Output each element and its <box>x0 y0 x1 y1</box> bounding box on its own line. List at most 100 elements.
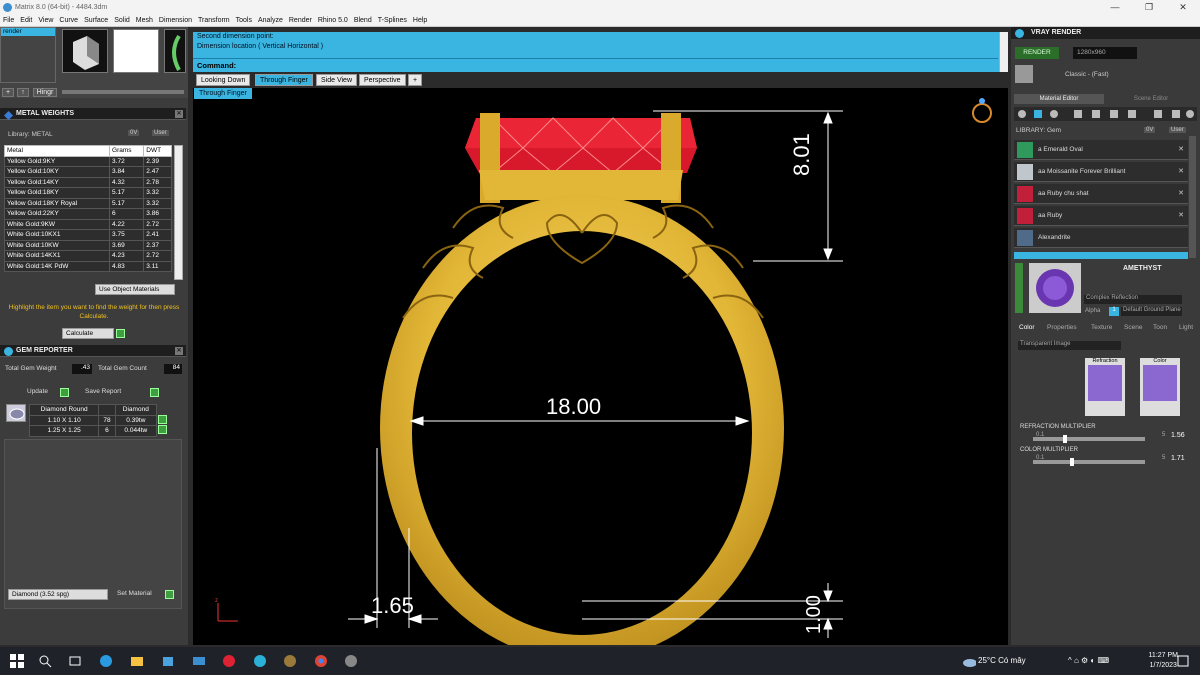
notifications-icon[interactable] <box>1176 654 1190 668</box>
tray-icons[interactable]: ^ ⌂ ⚙ ◐ ⌨ <box>1068 656 1109 665</box>
metal-row[interactable]: Yellow Gold:9KY 3.72 2.39 <box>3 155 172 167</box>
subtab-texture[interactable]: Texture <box>1091 323 1112 333</box>
material-list-item[interactable]: Alexandrite <box>1014 228 1188 248</box>
thumbnail-1[interactable] <box>62 29 108 73</box>
matrix-app-icon[interactable] <box>283 654 297 668</box>
shader-dropdown[interactable]: Complex Reflection <box>1084 295 1182 304</box>
refraction-swatch-box[interactable]: Refraction <box>1085 358 1125 416</box>
metal-row[interactable]: Yellow Gold:14KY 4.32 2.78 <box>3 176 172 188</box>
menu-analyze[interactable]: Analyze <box>258 17 283 24</box>
app-blue-icon[interactable] <box>253 654 267 668</box>
update-go-icon[interactable] <box>60 388 69 397</box>
gem-filter-user[interactable]: User <box>1169 127 1186 133</box>
metal-row[interactable]: Yellow Gold:18KY Royal 5.17 3.32 <box>3 197 172 209</box>
metal-row[interactable]: White Gold:10KW 3.69 2.37 <box>3 239 172 251</box>
thumbnail-2[interactable] <box>113 29 159 73</box>
weather-text[interactable]: 25°C Có mây <box>978 656 1026 665</box>
color-slider[interactable] <box>1033 458 1145 466</box>
calculate-go-icon[interactable] <box>116 329 125 338</box>
minimize-icon[interactable]: — <box>1098 0 1132 14</box>
set-material-go-icon[interactable] <box>165 590 174 599</box>
menu-tools[interactable]: Tools <box>236 17 252 24</box>
menu-tsplines[interactable]: T-Splines <box>378 17 407 24</box>
edge-icon[interactable] <box>99 654 113 668</box>
gem-row[interactable]: 1.25 X 1.25 6 0.044tw <box>28 425 158 437</box>
remove-icon[interactable]: ✕ <box>1178 145 1184 153</box>
save-report-go-icon[interactable] <box>150 388 159 397</box>
subtab-properties[interactable]: Properties <box>1047 323 1077 333</box>
metal-row[interactable]: Yellow Gold:22KY 6 3.86 <box>3 208 172 220</box>
material-list-selected[interactable] <box>1014 252 1188 259</box>
material-list-item[interactable]: aa Ruby chu shat ✕ <box>1014 184 1188 204</box>
use-object-materials-dropdown[interactable]: Use Object Materials <box>95 284 175 295</box>
move-up-button[interactable]: ↑ <box>17 88 29 97</box>
metal-filter-0v[interactable]: 0V <box>128 130 140 136</box>
refraction-value[interactable]: 1.56 <box>1171 432 1185 439</box>
gem-row[interactable]: 1.10 X 1.10 78 0.39tw <box>28 414 158 426</box>
render-preset[interactable]: Classic - (Fast) <box>1065 71 1109 78</box>
transparent-image-dropdown[interactable]: Transparent Image <box>1018 341 1121 350</box>
chrome-icon[interactable] <box>314 654 328 668</box>
thumbnail-3[interactable] <box>164 29 186 73</box>
material-list-item[interactable]: aa Ruby ✕ <box>1014 206 1188 226</box>
material-list-item[interactable]: a Emerald Oval ✕ <box>1014 140 1188 160</box>
metal-filter-user[interactable]: User <box>152 130 169 136</box>
set-material-button[interactable]: Set Material <box>117 590 152 597</box>
tab-looking-down[interactable]: Looking Down <box>196 74 251 86</box>
menu-dimension[interactable]: Dimension <box>159 17 192 24</box>
gem-filter-0v[interactable]: 0V <box>1144 127 1156 133</box>
layer-list[interactable]: render <box>0 27 56 83</box>
tab-side-view[interactable]: Side View <box>316 74 358 86</box>
menu-rhino[interactable]: Rhino 5.0 <box>318 17 348 24</box>
gem-row-go-icon[interactable] <box>158 425 167 434</box>
metal-row[interactable]: White Gold:10KX1 3.75 2.41 <box>3 229 172 241</box>
close-icon[interactable]: ✕ <box>175 110 183 118</box>
menu-file[interactable]: File <box>3 17 14 24</box>
close-icon[interactable]: ✕ <box>1166 0 1200 14</box>
menu-blend[interactable]: Blend <box>354 17 372 24</box>
menu-solid[interactable]: Solid <box>114 17 130 24</box>
update-button[interactable]: Update <box>27 388 48 395</box>
subtab-light[interactable]: Light <box>1179 323 1193 333</box>
task-view-icon[interactable] <box>68 654 82 668</box>
maximize-icon[interactable]: ❐ <box>1132 0 1166 14</box>
refraction-slider[interactable] <box>1033 435 1145 443</box>
metal-row[interactable]: White Gold:14K PdW 4.83 3.11 <box>3 260 172 272</box>
color-value[interactable]: 1.71 <box>1171 455 1185 462</box>
app-red-icon[interactable] <box>222 654 236 668</box>
gem-row-go-icon[interactable] <box>158 415 167 424</box>
clock[interactable]: 11:27 PM 1/7/2023 <box>1149 651 1178 671</box>
menu-transform[interactable]: Transform <box>198 17 230 24</box>
app-gray-icon[interactable] <box>344 654 358 668</box>
tab-through-finger[interactable]: Through Finger <box>255 74 313 86</box>
material-select[interactable]: Diamond (3.52 spg) <box>8 589 108 600</box>
refraction-slider-knob[interactable] <box>1063 435 1068 443</box>
save-report-button[interactable]: Save Report <box>85 388 121 395</box>
file-explorer-icon[interactable] <box>130 654 144 668</box>
ground-dropdown[interactable]: Default Ground Plane <box>1121 307 1182 316</box>
menu-surface[interactable]: Surface <box>84 17 108 24</box>
command-scrollbar[interactable] <box>999 32 1008 72</box>
remove-icon[interactable]: ✕ <box>1178 211 1184 219</box>
menu-view[interactable]: View <box>38 17 53 24</box>
add-layer-button[interactable]: + <box>2 88 14 97</box>
menu-help[interactable]: Help <box>413 17 427 24</box>
preview-side-handle[interactable] <box>1015 263 1023 313</box>
material-list-item[interactable]: aa Moissanite Forever Brilliant ✕ <box>1014 162 1188 182</box>
subtab-color[interactable]: Color <box>1019 323 1035 333</box>
metal-row[interactable]: Yellow Gold:18KY 5.17 3.32 <box>3 187 172 199</box>
tab-perspective[interactable]: Perspective <box>359 74 406 86</box>
menu-curve[interactable]: Curve <box>59 17 78 24</box>
metal-row[interactable]: White Gold:14KX1 4.23 2.72 <box>3 250 172 262</box>
tab-material-editor[interactable]: Material Editor <box>1014 94 1104 104</box>
render-button[interactable]: RENDER <box>1015 47 1059 59</box>
color-slider-knob[interactable] <box>1069 458 1074 466</box>
subtab-toon[interactable]: Toon <box>1153 323 1167 333</box>
resolution-field[interactable]: 1280x960 <box>1073 47 1137 59</box>
remove-icon[interactable]: ✕ <box>1178 167 1184 175</box>
metal-table-scrollbar[interactable] <box>174 145 183 280</box>
menu-mesh[interactable]: Mesh <box>136 17 153 24</box>
store-icon[interactable] <box>161 654 175 668</box>
add-tab-button[interactable]: + <box>408 74 423 86</box>
menu-edit[interactable]: Edit <box>20 17 32 24</box>
